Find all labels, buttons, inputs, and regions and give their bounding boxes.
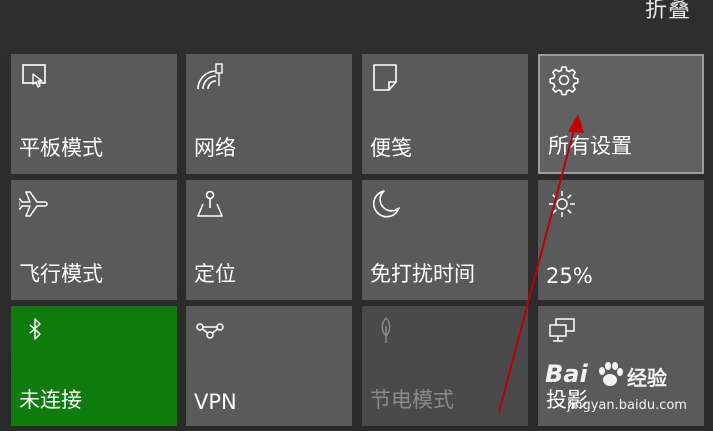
action-center-panel: 折叠 平板模式 网络 便笺 所有设置 飞行模式 定位 免打扰时间 25% 未连接… bbox=[0, 0, 713, 431]
annotation-arrow bbox=[498, 114, 584, 413]
